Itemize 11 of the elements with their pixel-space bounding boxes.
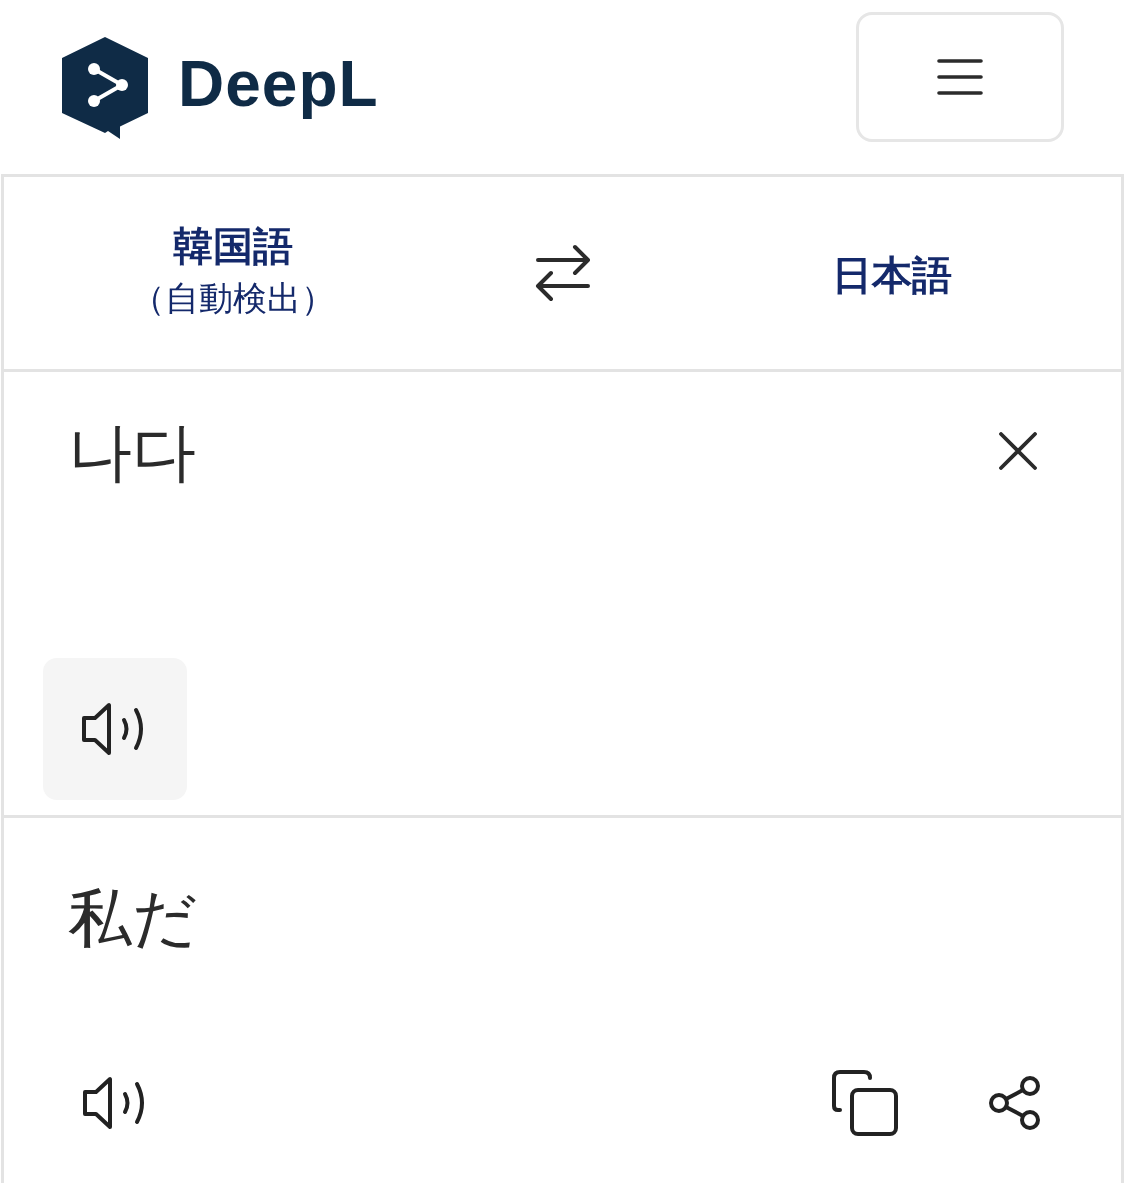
translation-text: 私だ [68, 880, 198, 957]
share-icon[interactable] [989, 1075, 1041, 1131]
copy-icon[interactable] [832, 1070, 898, 1136]
logo-icon [62, 37, 148, 139]
target-language-button[interactable]: 日本語 [831, 253, 952, 297]
menu-icon [937, 59, 983, 95]
speaker-button[interactable] [43, 658, 187, 800]
source-text-field[interactable]: 나다 [68, 412, 959, 492]
swap-icon[interactable] [534, 244, 591, 302]
source-language-button[interactable]: 韓国語 （自動検出） [131, 224, 336, 318]
close-icon[interactable] [999, 432, 1037, 470]
